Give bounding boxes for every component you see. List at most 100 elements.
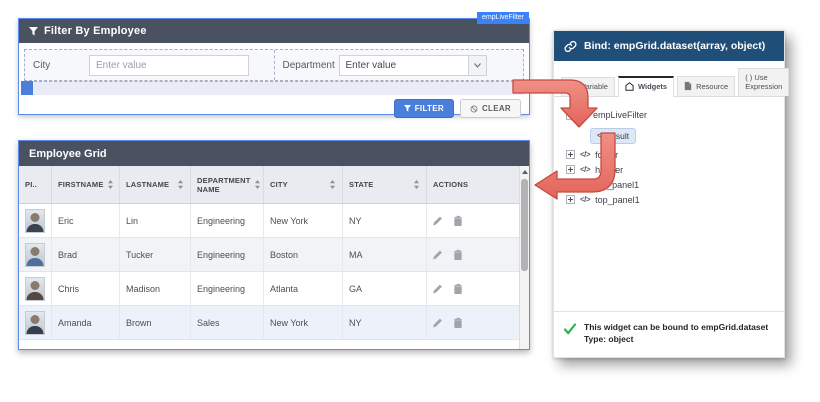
- screenshot-stage: empLiveFilter Filter By Employee City De…: [0, 0, 820, 402]
- tree-node-footer[interactable]: </> footer: [566, 150, 772, 160]
- tree-node-emplivefilter[interactable]: empLiveFilter: [566, 110, 772, 120]
- cell-lastname: Lin: [120, 204, 191, 237]
- employee-grid-panel: Employee Grid PI.. FIRSTNAME LASTNAME DE…: [18, 140, 530, 350]
- column-header-state[interactable]: STATE: [343, 166, 427, 203]
- widget-name-badge: empLiveFilter: [477, 12, 529, 24]
- table-row[interactable]: Chris Madison Engineering Atlanta GA: [19, 272, 519, 306]
- tab-use-expression[interactable]: ( ) Use Expression: [738, 68, 789, 96]
- department-select[interactable]: Enter value: [339, 55, 487, 76]
- clear-button-label: CLEAR: [482, 104, 511, 113]
- variable-icon: [568, 82, 577, 91]
- delete-trash-icon[interactable]: [453, 249, 463, 260]
- edit-pencil-icon[interactable]: [433, 317, 443, 328]
- employee-photo: [25, 277, 45, 301]
- sort-icon[interactable]: [329, 180, 336, 189]
- widgets-icon: [625, 82, 634, 91]
- cell-picture: [19, 306, 52, 339]
- city-label: City: [33, 60, 81, 71]
- grid-panel-header: Employee Grid: [19, 141, 529, 166]
- tab-label: Widgets: [638, 82, 667, 91]
- tree-node-result[interactable]: <> result: [590, 128, 636, 144]
- table-row[interactable]: Eric Lin Engineering New York NY: [19, 204, 519, 238]
- column-header-city[interactable]: CITY: [264, 166, 343, 203]
- cell-lastname: Madison: [120, 272, 191, 305]
- cell-state: NY: [343, 306, 427, 339]
- tree-node-label: empLiveFilter: [593, 110, 647, 120]
- bind-message-line1: This widget can be bound to empGrid.data…: [584, 321, 768, 333]
- cell-state: NY: [343, 204, 427, 237]
- column-label: PI..: [25, 180, 45, 189]
- resize-handle[interactable]: [21, 81, 33, 95]
- tree-node-header[interactable]: </> header: [566, 165, 772, 175]
- delete-trash-icon[interactable]: [453, 283, 463, 294]
- column-header-firstname[interactable]: FIRSTNAME: [52, 166, 120, 203]
- filter-by-employee-panel: empLiveFilter Filter By Employee City De…: [18, 18, 530, 115]
- filter-button[interactable]: FILTER: [394, 99, 454, 118]
- delete-trash-icon[interactable]: [453, 215, 463, 226]
- tree-node-label: result: [608, 131, 629, 141]
- scroll-up-icon[interactable]: [520, 166, 529, 177]
- expand-plus-icon[interactable]: [566, 195, 575, 204]
- column-header-lastname[interactable]: LASTNAME: [120, 166, 191, 203]
- employee-table: PI.. FIRSTNAME LASTNAME DEPARTMENT NAME …: [19, 166, 519, 349]
- edit-pencil-icon[interactable]: [433, 249, 443, 260]
- code-icon: </>: [580, 180, 590, 189]
- column-label: DEPARTMENT NAME: [197, 176, 251, 194]
- tree-node-left-panel1[interactable]: </> left_panel1: [566, 180, 772, 190]
- cell-firstname: Brad: [52, 238, 120, 271]
- code-icon: </>: [580, 165, 590, 174]
- link-icon: [564, 40, 577, 53]
- sort-icon[interactable]: [177, 180, 184, 189]
- cell-department: Engineering: [191, 238, 264, 271]
- tab-variable[interactable]: Variable: [561, 77, 615, 96]
- department-select-value: Enter value: [340, 60, 468, 71]
- bind-status-message: This widget can be bound to empGrid.data…: [554, 311, 784, 357]
- cell-department: Engineering: [191, 204, 264, 237]
- check-icon: [564, 323, 576, 335]
- column-label: FIRSTNAME: [58, 180, 104, 189]
- sort-icon[interactable]: [254, 180, 261, 189]
- cell-firstname: Chris: [52, 272, 120, 305]
- tab-label: ( ) Use Expression: [745, 73, 782, 91]
- cell-department: Engineering: [191, 272, 264, 305]
- sort-icon[interactable]: [413, 180, 420, 189]
- tree-node-label: header: [595, 165, 623, 175]
- bind-message-line2: Type: object: [584, 333, 768, 345]
- cell-firstname: Amanda: [52, 306, 120, 339]
- department-label: Department: [283, 60, 331, 71]
- collapse-minus-icon[interactable]: [566, 111, 575, 120]
- column-header-picture[interactable]: PI..: [19, 166, 52, 203]
- widgets-tree: empLiveFilter <> result </> footer </> h…: [554, 97, 784, 311]
- expand-plus-icon[interactable]: [566, 180, 575, 189]
- cell-actions: [427, 306, 519, 339]
- employee-photo: [25, 209, 45, 233]
- cell-state: MA: [343, 238, 427, 271]
- edit-pencil-icon[interactable]: [433, 215, 443, 226]
- cell-actions: [427, 204, 519, 237]
- scrollbar-thumb[interactable]: [521, 179, 528, 271]
- vertical-scrollbar[interactable]: [519, 166, 529, 349]
- expand-plus-icon[interactable]: [566, 165, 575, 174]
- sort-icon[interactable]: [107, 180, 114, 189]
- city-input[interactable]: [89, 55, 249, 76]
- cell-picture: [19, 238, 52, 271]
- tab-resource[interactable]: Resource: [677, 76, 735, 96]
- table-row[interactable]: Brad Tucker Engineering Boston MA: [19, 238, 519, 272]
- cell-city: Atlanta: [264, 272, 343, 305]
- chevron-down-icon[interactable]: [468, 56, 486, 75]
- tree-node-label: left_panel1: [595, 180, 639, 190]
- tree-node-top-panel1[interactable]: </> top_panel1: [566, 195, 772, 205]
- expand-plus-icon[interactable]: [566, 150, 575, 159]
- column-header-department[interactable]: DEPARTMENT NAME: [191, 166, 264, 203]
- department-field-group: Department Enter value: [274, 50, 524, 80]
- delete-trash-icon[interactable]: [453, 317, 463, 328]
- code-icon: <>: [597, 131, 605, 140]
- filter-funnel-icon: [404, 105, 411, 112]
- filter-funnel-icon: [29, 27, 38, 36]
- edit-pencil-icon[interactable]: [433, 283, 443, 294]
- cell-department: Sales: [191, 306, 264, 339]
- table-row[interactable]: Amanda Brown Sales New York NY: [19, 306, 519, 340]
- tab-widgets[interactable]: Widgets: [618, 76, 674, 97]
- resource-file-icon: [684, 81, 692, 91]
- clear-button[interactable]: CLEAR: [460, 99, 521, 118]
